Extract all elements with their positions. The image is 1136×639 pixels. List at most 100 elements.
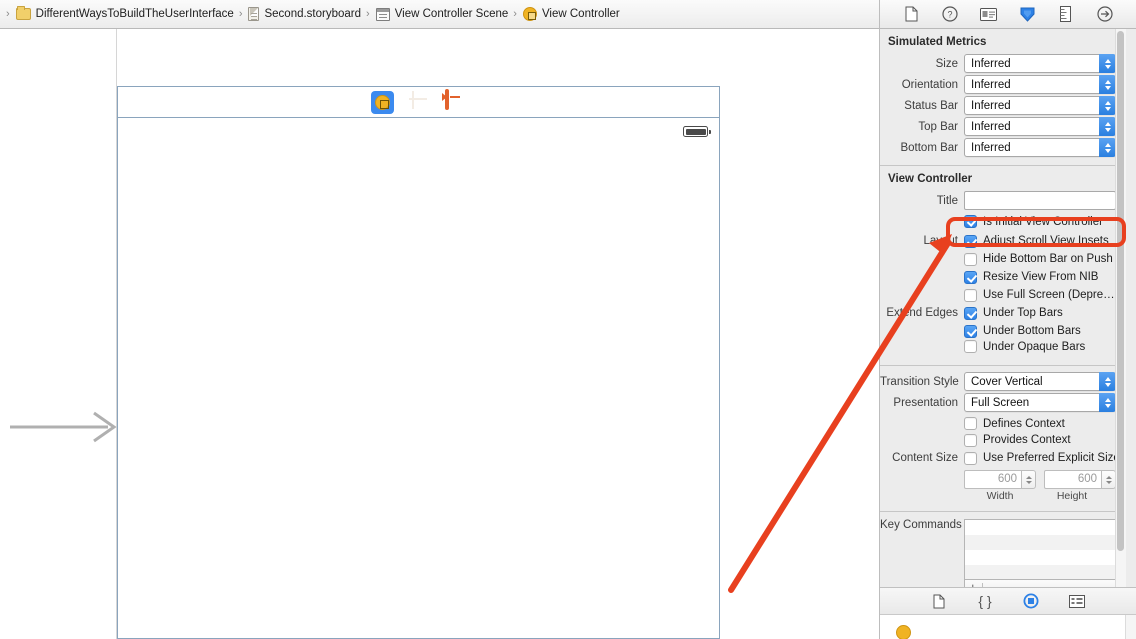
storyboard-canvas[interactable] bbox=[0, 29, 879, 639]
first-responder-dock-icon[interactable] bbox=[407, 91, 430, 114]
svg-text:?: ? bbox=[947, 10, 952, 20]
row-status-bar: Status Bar Inferred bbox=[880, 95, 1126, 116]
identity-inspector-tab[interactable] bbox=[978, 4, 1000, 24]
hide-bottom-bar-on-push-checkbox[interactable] bbox=[964, 252, 977, 266]
file-inspector-tab[interactable] bbox=[900, 4, 922, 24]
status-bar-popup[interactable]: Inferred bbox=[964, 96, 1116, 115]
chevron-updown-icon bbox=[1099, 96, 1116, 115]
document-icon bbox=[248, 7, 260, 21]
defines-context-label: Defines Context bbox=[983, 417, 1065, 430]
view-controller-section: View Controller Title Is Initial View Co… bbox=[880, 166, 1126, 366]
file-template-library-tab[interactable] bbox=[929, 592, 949, 610]
orientation-popup[interactable]: Inferred bbox=[964, 75, 1116, 94]
under-top-bars-label: Under Top Bars bbox=[983, 307, 1063, 319]
attributes-inspector-tab[interactable] bbox=[1016, 4, 1038, 24]
row-content-size-fields: 600 600 bbox=[880, 467, 1126, 489]
height-caption: Height bbox=[1056, 490, 1088, 502]
quick-help-inspector-tab[interactable]: ? bbox=[939, 4, 961, 24]
row-top-bar: Top Bar Inferred bbox=[880, 116, 1126, 137]
inspector-content: Simulated Metrics Size Inferred Orientat… bbox=[880, 29, 1136, 587]
breadcrumb-label-view-controller: View Controller bbox=[541, 8, 620, 20]
label-title: Title bbox=[936, 194, 958, 207]
row-key-commands: Key Commands + − bbox=[880, 517, 1126, 587]
add-key-command-button[interactable]: + bbox=[969, 581, 977, 587]
provides-context-checkbox[interactable] bbox=[964, 433, 977, 447]
use-full-screen-checkbox[interactable] bbox=[964, 288, 977, 302]
xcode-interface-builder-window: › DifferentWaysToBuildTheUserInterface ›… bbox=[0, 0, 1136, 639]
view-controller-dock-icon[interactable] bbox=[371, 90, 394, 114]
chevron-updown-icon bbox=[1099, 117, 1116, 136]
remove-key-command-button[interactable]: − bbox=[988, 581, 996, 587]
size-popup[interactable]: Inferred bbox=[964, 54, 1116, 73]
row-transition-style: Transition Style Cover Vertical bbox=[880, 371, 1126, 392]
label-caption-spacer bbox=[880, 490, 964, 502]
under-top-bars-checkbox[interactable] bbox=[964, 306, 977, 320]
chevron-updown-icon bbox=[1099, 138, 1116, 157]
question-circle-icon: ? bbox=[942, 6, 958, 22]
view-controller-glyph bbox=[375, 94, 390, 110]
view-controller-scene[interactable] bbox=[117, 86, 720, 639]
media-library-tab[interactable] bbox=[1067, 592, 1087, 610]
exit-dock-icon[interactable] bbox=[443, 88, 466, 114]
canvas-gutter bbox=[0, 29, 117, 639]
row-size: Size Inferred bbox=[880, 53, 1126, 74]
media-grid-icon bbox=[1069, 594, 1085, 608]
inspector-scroll-thumb[interactable] bbox=[1117, 31, 1124, 551]
title-input[interactable] bbox=[964, 191, 1116, 210]
resize-view-from-nib-label: Resize View From NIB bbox=[983, 271, 1099, 283]
hide-bottom-bar-on-push-label: Hide Bottom Bar on Push bbox=[983, 253, 1113, 265]
row-layout-1: Hide Bottom Bar on Push bbox=[880, 250, 1126, 268]
connections-inspector-tab[interactable] bbox=[1094, 4, 1116, 24]
row-presentation: Presentation Full Screen bbox=[880, 392, 1126, 413]
key-commands-list[interactable] bbox=[964, 519, 1116, 579]
status-bar-value: Inferred bbox=[971, 99, 1011, 112]
breadcrumb-item-storyboard[interactable]: Second.storyboard bbox=[247, 7, 362, 21]
under-opaque-bars-checkbox[interactable] bbox=[964, 340, 977, 353]
defines-context-checkbox[interactable] bbox=[964, 417, 977, 430]
row-content-size: Content Size Use Preferred Explicit Size bbox=[880, 449, 1126, 467]
height-stepper[interactable]: 600 bbox=[1044, 470, 1116, 489]
label-extend-edges: Extend Edges bbox=[886, 307, 958, 319]
row-orientation: Orientation Inferred bbox=[880, 74, 1126, 95]
row-bottom-bar: Bottom Bar Inferred bbox=[880, 137, 1126, 158]
library-scrollbar[interactable] bbox=[1125, 615, 1136, 639]
content-width-input[interactable]: 600 bbox=[964, 470, 1022, 489]
under-bottom-bars-checkbox[interactable] bbox=[964, 324, 977, 338]
chevron-updown-icon bbox=[1099, 54, 1116, 73]
chevron-updown-icon bbox=[1099, 75, 1116, 94]
battery-icon bbox=[683, 126, 711, 137]
breadcrumb-separator-1: › bbox=[238, 8, 243, 20]
width-stepper[interactable]: 600 bbox=[964, 470, 1036, 489]
bottom-bar-popup[interactable]: Inferred bbox=[964, 138, 1116, 157]
breadcrumb-item-project[interactable]: DifferentWaysToBuildTheUserInterface bbox=[15, 6, 235, 20]
object-library-tab[interactable] bbox=[1021, 592, 1041, 610]
top-bar-popup[interactable]: Inferred bbox=[964, 117, 1116, 136]
presentation-popup[interactable]: Full Screen bbox=[964, 393, 1116, 412]
scene-dock bbox=[118, 87, 719, 118]
breadcrumb-item-scene[interactable]: View Controller Scene bbox=[375, 7, 510, 21]
width-stepper-buttons[interactable] bbox=[1022, 470, 1036, 489]
provides-context-label: Provides Context bbox=[983, 434, 1071, 446]
braces-icon: { } bbox=[978, 593, 992, 609]
chevron-updown-icon bbox=[1099, 393, 1116, 412]
initial-view-controller-arrow bbox=[10, 411, 117, 443]
resize-view-from-nib-checkbox[interactable] bbox=[964, 270, 977, 284]
transition-style-popup[interactable]: Cover Vertical bbox=[964, 372, 1116, 391]
label-status-bar: Status Bar bbox=[904, 99, 958, 112]
use-preferred-explicit-size-checkbox[interactable] bbox=[964, 451, 977, 465]
inspector-panel: ? Simulated Metrics Size Inferred Orient… bbox=[879, 0, 1136, 639]
size-inspector-tab[interactable] bbox=[1055, 4, 1077, 24]
height-stepper-buttons[interactable] bbox=[1102, 470, 1116, 489]
label-content-size: Content Size bbox=[892, 452, 958, 464]
breadcrumb-item-view-controller[interactable]: View Controller bbox=[522, 7, 621, 21]
row-title: Title bbox=[880, 190, 1126, 211]
row-extend-edges-0: Extend Edges Under Top Bars bbox=[880, 304, 1126, 322]
library-content-area[interactable] bbox=[880, 614, 1136, 639]
width-caption: Width bbox=[986, 490, 1014, 502]
key-commands-section: Key Commands + − bbox=[880, 512, 1126, 587]
content-height-input[interactable]: 600 bbox=[1044, 470, 1102, 489]
row-layout-2: Resize View From NIB bbox=[880, 268, 1126, 286]
inspector-scrollbar[interactable] bbox=[1115, 29, 1126, 587]
view-controller-title: View Controller bbox=[888, 173, 973, 185]
code-snippet-library-tab[interactable]: { } bbox=[975, 592, 995, 610]
